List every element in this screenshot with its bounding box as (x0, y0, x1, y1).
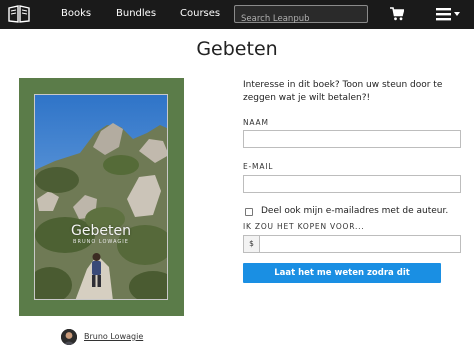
search-box[interactable] (234, 5, 368, 27)
search-input[interactable] (235, 11, 367, 27)
name-field[interactable] (243, 130, 461, 148)
author-name-link[interactable]: Bruno Lowagie (84, 332, 143, 341)
cover-author: BRUNO LOWAGIE (73, 239, 129, 245)
author-avatar[interactable] (61, 329, 77, 345)
top-navigation-bar: Books Bundles Courses (0, 0, 474, 29)
hamburger-menu-icon[interactable] (436, 7, 461, 21)
avatar-photo (61, 329, 77, 345)
share-email-label: Deel ook mijn e-mailadres met de auteur. (261, 206, 449, 216)
page-title: Gebeten (196, 38, 278, 60)
nav-books-link[interactable]: Books (61, 8, 91, 19)
cover-title: Gebeten (71, 223, 131, 239)
currency-addon: $ (243, 235, 260, 253)
cover-photo (35, 95, 167, 299)
email-label: E-MAIL (243, 162, 274, 171)
price-label: IK ZOU HET KOPEN VOOR... (243, 222, 365, 231)
email-field[interactable] (243, 175, 461, 193)
price-field[interactable] (259, 235, 461, 253)
leanpub-book-icon[interactable] (8, 5, 30, 23)
notify-me-button[interactable]: Laat het me weten zodra dit gepubliceerd… (243, 263, 441, 298)
name-label: NAAM (243, 118, 269, 127)
book-cover[interactable]: Gebeten BRUNO LOWAGIE (34, 94, 168, 300)
share-email-checkbox[interactable] (245, 208, 253, 216)
nav-courses-link[interactable]: Courses (180, 8, 220, 19)
nav-bundles-link[interactable]: Bundles (116, 8, 156, 19)
interest-intro-text: Interesse in dit boek? Toon uw steun doo… (243, 80, 443, 103)
shopping-cart-icon[interactable] (390, 7, 404, 21)
